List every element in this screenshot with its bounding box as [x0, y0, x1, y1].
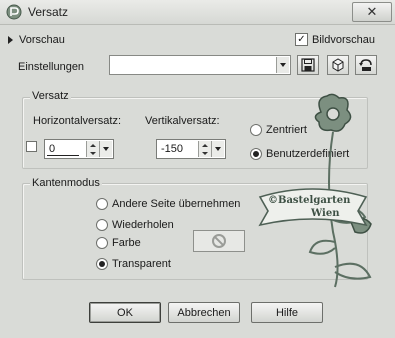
delete-icon: [332, 58, 344, 72]
edge-option-label: Andere Seite übernehmen: [112, 198, 241, 210]
radio-button[interactable]: [96, 258, 108, 270]
edge-option-repeat[interactable]: Wiederholen: [96, 219, 174, 231]
radio-button[interactable]: [96, 219, 108, 231]
chevron-down-icon: [280, 63, 286, 67]
window-title: Versatz: [28, 5, 69, 19]
spinner-down-icon: [90, 151, 96, 155]
ok-button-label: OK: [117, 306, 133, 319]
edge-option-label: Farbe: [112, 237, 141, 249]
vertical-offset-value: -150: [161, 143, 184, 155]
radio-button[interactable]: [96, 237, 108, 249]
horizontal-offset-input[interactable]: 0: [44, 139, 114, 159]
horizontal-offset-label: Horizontalversatz:: [33, 115, 122, 127]
expand-arrow-icon: [8, 36, 13, 44]
preview-label: Vorschau: [19, 34, 65, 46]
edge-mode-group-title: Kantenmodus: [30, 177, 102, 189]
bildvorschau-checkbox[interactable]: ✓ Bildvorschau: [295, 33, 375, 46]
chevron-down-icon: [103, 147, 109, 151]
delete-preset-button[interactable]: [327, 55, 349, 75]
checkbox-box[interactable]: ✓: [295, 33, 308, 46]
chevron-down-icon: [215, 147, 221, 151]
cancel-button[interactable]: Abbrechen: [168, 302, 240, 323]
no-color-icon: [212, 234, 226, 248]
preview-toggle[interactable]: Vorschau: [8, 34, 65, 46]
edge-option-label: Wiederholen: [112, 219, 174, 231]
vertical-offset-label: Vertikalversatz:: [145, 115, 220, 127]
watermark-line1: ©Bastelgarten: [268, 195, 351, 206]
check-icon: ✓: [297, 33, 306, 45]
save-preset-button[interactable]: [297, 55, 319, 75]
ok-button[interactable]: OK: [89, 302, 161, 323]
reset-button[interactable]: [355, 55, 377, 75]
radio-button[interactable]: [96, 198, 108, 210]
edge-option-transparent[interactable]: Transparent: [96, 258, 171, 270]
settings-combo[interactable]: [109, 55, 291, 75]
spinner-down-icon: [202, 151, 208, 155]
link-offset-checkbox[interactable]: [26, 141, 37, 152]
cancel-button-label: Abbrechen: [177, 306, 231, 319]
edge-option-label: Transparent: [112, 258, 171, 270]
edge-option-color[interactable]: Farbe: [96, 237, 141, 249]
vertical-offset-input[interactable]: -150: [156, 139, 226, 159]
close-icon: ✕: [366, 4, 378, 19]
bildvorschau-label: Bildvorschau: [312, 33, 375, 46]
spinner-up-icon: [202, 143, 208, 147]
color-swatch-button[interactable]: [193, 230, 245, 252]
save-icon: [301, 58, 315, 72]
horizontal-spinner[interactable]: [86, 141, 99, 157]
horizontal-offset-value: 0: [49, 143, 56, 155]
offset-group-title: Versatz: [30, 90, 71, 102]
settings-label: Einstellungen: [18, 61, 85, 73]
spinner-up-icon: [90, 143, 96, 147]
radio-selected-dot: [99, 261, 105, 267]
app-icon: [6, 4, 22, 20]
settings-dropdown-button[interactable]: [276, 57, 289, 73]
vertical-spinner[interactable]: [198, 141, 211, 157]
reset-icon: [359, 59, 372, 71]
help-button-label: Hilfe: [275, 306, 298, 319]
value-underline: [47, 155, 79, 156]
help-button[interactable]: Hilfe: [251, 302, 323, 323]
watermark-line2: Wien: [311, 208, 340, 219]
vertical-dropdown-button[interactable]: [211, 141, 224, 157]
close-button[interactable]: ✕: [352, 2, 392, 22]
horizontal-dropdown-button[interactable]: [99, 141, 112, 157]
edge-option-wrap[interactable]: Andere Seite übernehmen: [96, 198, 240, 210]
